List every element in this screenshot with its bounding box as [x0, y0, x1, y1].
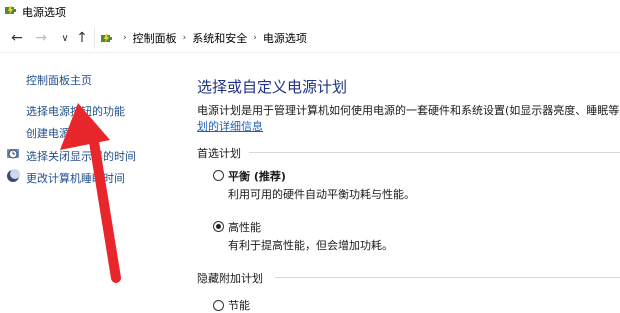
moon-icon	[7, 169, 20, 182]
sidebar-item-display-off[interactable]: 选择关闭显示器的时间	[26, 148, 136, 164]
preferred-plans-heading: 首选计划	[197, 147, 241, 160]
hidden-plans-heading[interactable]: 隐藏附加计划	[197, 270, 263, 286]
sidebar-item-sleep-time[interactable]: 更改计算机睡眠时间	[26, 170, 125, 186]
clock-icon	[7, 149, 19, 159]
address-bar: ← → ∨ ↑ › 控制面板 › 系统和安全 › 电源选项	[0, 24, 620, 52]
main-content: 选择或自定义电源计划 电源计划是用于管理计算机如何使用电源的一套硬件和系统设置(…	[197, 62, 620, 312]
page-description: 电源计划是用于管理计算机如何使用电源的一套硬件和系统设置(如显示器亮度、睡眠等)	[197, 104, 620, 117]
recent-locations-button[interactable]: ∨	[57, 30, 73, 46]
control-panel-icon	[101, 34, 112, 43]
window-title: 电源选项	[22, 6, 66, 19]
power-options-icon	[5, 6, 16, 15]
sidebar-item-power-button[interactable]: 选择电源按钮的功能	[26, 103, 125, 119]
address-box[interactable]: › 控制面板 › 系统和安全 › 电源选项	[94, 27, 620, 49]
power-saver-radio[interactable]	[213, 300, 224, 311]
section-divider	[249, 152, 620, 153]
breadcrumb-control-panel[interactable]: 控制面板	[133, 30, 177, 46]
high-performance-radio[interactable]	[213, 221, 224, 232]
back-button[interactable]: ←	[9, 30, 25, 46]
forward-button[interactable]: →	[33, 30, 49, 46]
sidebar-item-create-plan[interactable]: 创建电源计划	[26, 125, 92, 141]
address-divider	[0, 52, 620, 53]
sidebar: 控制面板主页 选择电源按钮的功能 创建电源计划 选择关闭显示器的时间 更改计算机…	[0, 62, 180, 309]
breadcrumb-power-options[interactable]: 电源选项	[263, 30, 307, 46]
title-bar: 电源选项	[0, 0, 620, 22]
balanced-plan-label[interactable]: 平衡 (推荐)	[228, 168, 286, 184]
power-saver-plan-label[interactable]: 节能	[228, 297, 250, 313]
balanced-plan-description: 利用可用的硬件自动平衡功耗与性能。	[228, 188, 415, 201]
balanced-radio[interactable]	[213, 170, 224, 181]
page-title: 选择或自定义电源计划	[197, 78, 348, 96]
chevron-right-icon: ›	[123, 33, 127, 43]
high-performance-plan-description: 有利于提高性能，但会增加功耗。	[228, 239, 393, 252]
high-performance-plan-label[interactable]: 高性能	[228, 219, 261, 235]
chevron-right-icon: ›	[253, 33, 257, 43]
chevron-right-icon: ›	[182, 33, 187, 43]
plan-details-link[interactable]: 划的详细信息	[197, 118, 263, 134]
sidebar-item-home[interactable]: 控制面板主页	[26, 72, 92, 88]
section-divider	[275, 277, 620, 278]
up-button[interactable]: ↑	[74, 30, 90, 46]
breadcrumb-system-security[interactable]: 系统和安全	[192, 30, 247, 46]
